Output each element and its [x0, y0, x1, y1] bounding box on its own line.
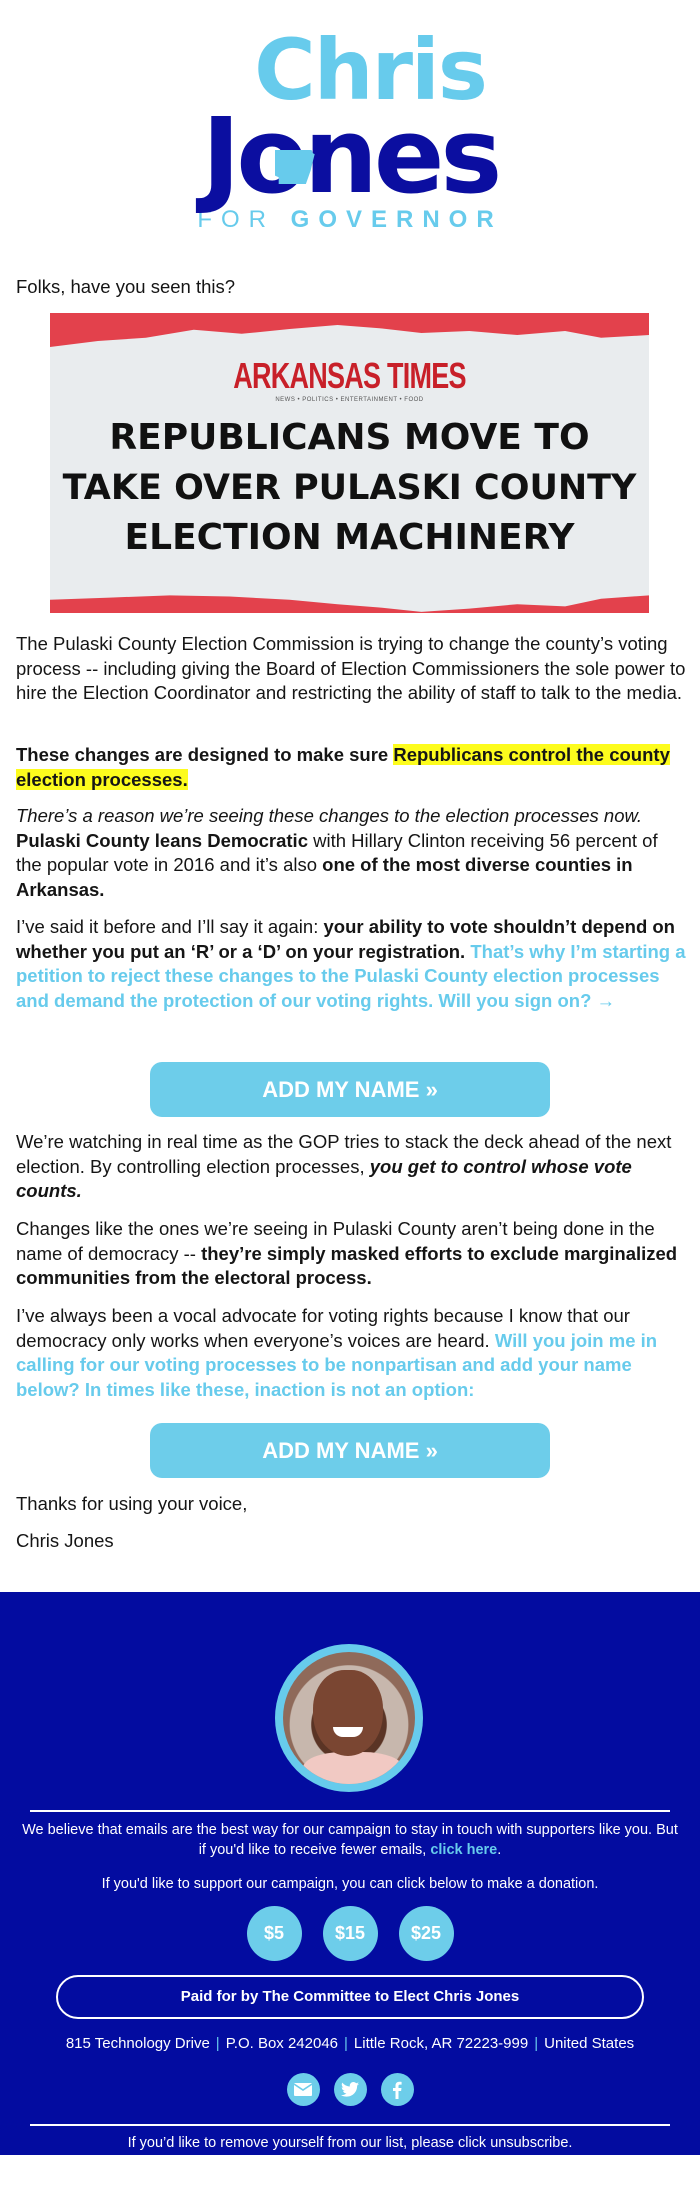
- headline-line: ELECTION MACHINERY: [124, 517, 575, 558]
- donate-15-button[interactable]: $15: [322, 1906, 378, 1961]
- photo-shirt: [303, 1752, 403, 1784]
- paragraph-text: These changes are designed to make sure: [16, 744, 394, 765]
- campaign-logo: Chris Jones FOR GOVERNOR: [0, 28, 700, 234]
- address-street: 815 Technology Drive: [65, 2035, 210, 2052]
- italic-text: There’s a reason we’re seeing these chan…: [16, 805, 642, 826]
- donate-5-button[interactable]: $5: [246, 1906, 302, 1961]
- unsubscribe-text[interactable]: If you’d like to remove yourself from ou…: [20, 2133, 680, 2153]
- donation-buttons: $5 $15 $25: [0, 1906, 700, 1961]
- newspaper-tagline: NEWS • POLITICS • ENTERTAINMENT • FOOD: [275, 397, 424, 403]
- email-footer: We believe that emails are the best way …: [0, 1592, 700, 2155]
- newspaper-masthead: ARKANSAS TIMES: [233, 355, 466, 396]
- logo-last-name: Jones: [202, 104, 503, 208]
- punctuation: .: [497, 1842, 502, 1858]
- social-links: [0, 2073, 700, 2106]
- paragraph-designed: These changes are designed to make sure …: [16, 743, 686, 792]
- paragraph-text: If you'd like to support our campaign, y…: [101, 1876, 599, 1892]
- add-my-name-button[interactable]: ADD MY NAME »: [150, 1062, 550, 1117]
- paragraph-text: I’ve said it before and I’ll say it agai…: [16, 916, 324, 937]
- paragraph-petition: I’ve said it before and I’ll say it agai…: [16, 915, 686, 1013]
- email-icon[interactable]: [286, 2073, 320, 2106]
- candidate-avatar: [275, 1644, 423, 1792]
- signoff: Thanks for using your voice,: [16, 1493, 248, 1514]
- bold-text: Pulaski County leans Democratic: [16, 829, 308, 851]
- headline-line: TAKE OVER PULASKI COUNTY: [62, 468, 637, 508]
- address-separator: |: [344, 2035, 348, 2052]
- address-city: Little Rock, AR 72223-999: [353, 2035, 529, 2052]
- logo-last-name-text: Jones: [201, 95, 503, 217]
- add-my-name-button-2[interactable]: ADD MY NAME »: [150, 1423, 550, 1478]
- mailing-address: 815 Technology Drive | P.O. Box 242046 | Lit…: [0, 2035, 700, 2052]
- paragraph-advocate: I’ve always been a vocal advocate for vo…: [16, 1304, 686, 1402]
- torn-paper-top: [50, 313, 649, 347]
- photo-head: [313, 1670, 383, 1756]
- paid-for-disclaimer: Paid for by The Committee to Elect Chris…: [56, 1975, 644, 2019]
- donate-text: If you'd like to support our campaign, y…: [20, 1874, 680, 1894]
- address-country: United States: [544, 2035, 635, 2052]
- twitter-icon[interactable]: [333, 2073, 367, 2106]
- paragraph-text: We believe that emails are the best way …: [22, 1822, 678, 1858]
- facebook-icon[interactable]: [380, 2073, 414, 2106]
- address-po-box: P.O. Box 242046: [225, 2035, 339, 2052]
- torn-paper-bottom: [50, 595, 649, 613]
- paragraph-reason: There’s a reason we’re seeing these chan…: [16, 804, 686, 902]
- paragraph-democracy: Changes like the ones we’re seeing in Pu…: [16, 1217, 686, 1291]
- footer-divider-top: [30, 1810, 670, 1812]
- donate-25-button[interactable]: $25: [398, 1906, 454, 1961]
- news-headline-image[interactable]: ARKANSAS TIMES NEWS • POLITICS • ENTERTA…: [50, 313, 649, 613]
- email-page: Chris Jones FOR GOVERNOR Folks, have you…: [0, 0, 700, 2193]
- headline-line: REPUBLICANS MOVE TO: [109, 417, 590, 458]
- news-headline: REPUBLICANS MOVE TO TAKE OVER PULASKI CO…: [50, 413, 649, 563]
- emails-preference-text: We believe that emails are the best way …: [20, 1820, 680, 1860]
- candidate-photo: [283, 1652, 415, 1784]
- fewer-emails-link[interactable]: click here: [430, 1842, 497, 1858]
- paragraph-intro: The Pulaski County Election Commission i…: [16, 633, 686, 703]
- paragraph-gop: We’re watching in real time as the GOP t…: [16, 1130, 686, 1204]
- signature: Chris Jones: [16, 1530, 114, 1551]
- footer-divider-bottom: [30, 2124, 670, 2126]
- address-separator: |: [215, 2035, 220, 2052]
- address-separator: |: [534, 2035, 539, 2052]
- greeting: Folks, have you seen this?: [16, 276, 236, 297]
